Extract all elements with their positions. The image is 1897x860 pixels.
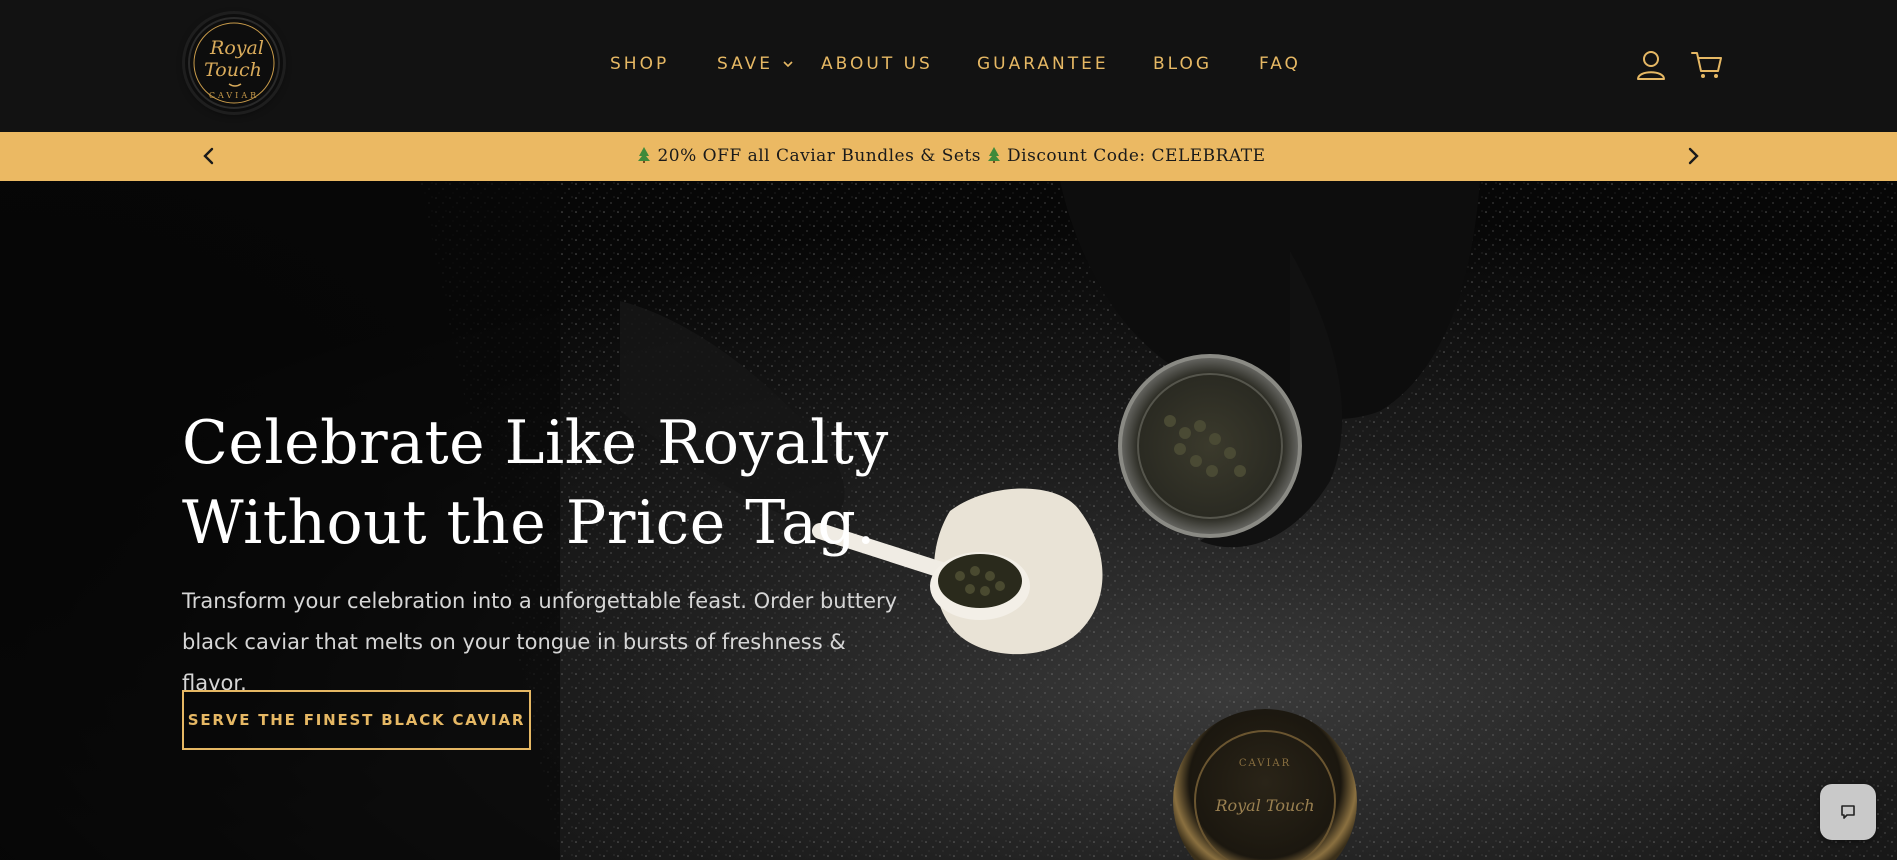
hero-title-line2: Without the Price Tag. xyxy=(182,488,876,558)
chevron-down-icon[interactable] xyxy=(782,56,794,72)
account-icon[interactable] xyxy=(1634,48,1668,82)
hero-title-line1: Celebrate Like Royalty xyxy=(182,408,889,478)
nav-shop[interactable]: SHOP xyxy=(610,52,669,76)
nav-blog[interactable]: BLOG xyxy=(1153,52,1212,76)
christmas-tree-icon xyxy=(638,147,651,163)
nav-about-us[interactable]: ABOUT US xyxy=(821,52,933,76)
hero-title: Celebrate Like Royalty Without the Price… xyxy=(182,403,942,563)
hero-subtitle-line2: black caviar that melts on your tongue i… xyxy=(182,630,846,695)
hero-banner: CAVIAR Royal Touch Celebrate Like Royalt… xyxy=(0,181,1897,860)
chat-button[interactable] xyxy=(1820,784,1876,840)
tin-label-script: Royal Touch xyxy=(1214,796,1314,815)
announcement-code: Discount Code: CELEBRATE xyxy=(1007,146,1266,166)
nav-faq[interactable]: FAQ xyxy=(1259,52,1301,76)
nav-guarantee[interactable]: GUARANTEE xyxy=(977,52,1109,76)
hero-cta-button[interactable]: SERVE THE FINEST BLACK CAVIAR xyxy=(182,690,531,750)
hero-subtitle-line1: Transform your celebration into a unforg… xyxy=(182,589,898,613)
logo-line3: CAVIAR xyxy=(209,91,259,100)
hero-subtitle: Transform your celebration into a unforg… xyxy=(182,581,902,704)
site-header: Royal Touch CAVIAR SHOP SAVE ABOUT US GU… xyxy=(0,0,1897,132)
cart-icon[interactable] xyxy=(1690,48,1724,82)
tin-label-top: CAVIAR xyxy=(1239,758,1291,769)
chat-bubble-icon xyxy=(1841,805,1855,819)
main-navigation: SHOP SAVE ABOUT US GUARANTEE BLOG FAQ xyxy=(0,52,1897,76)
announcement-offer: 20% OFF all Caviar Bundles & Sets xyxy=(657,146,982,166)
christmas-tree-icon xyxy=(988,147,1001,163)
nav-save[interactable]: SAVE xyxy=(717,52,773,76)
announcement-text: 20% OFF all Caviar Bundles & Sets Discou… xyxy=(0,132,1897,181)
chevron-right-icon[interactable] xyxy=(1681,144,1705,168)
announcement-bar: 20% OFF all Caviar Bundles & Sets Discou… xyxy=(0,132,1897,181)
